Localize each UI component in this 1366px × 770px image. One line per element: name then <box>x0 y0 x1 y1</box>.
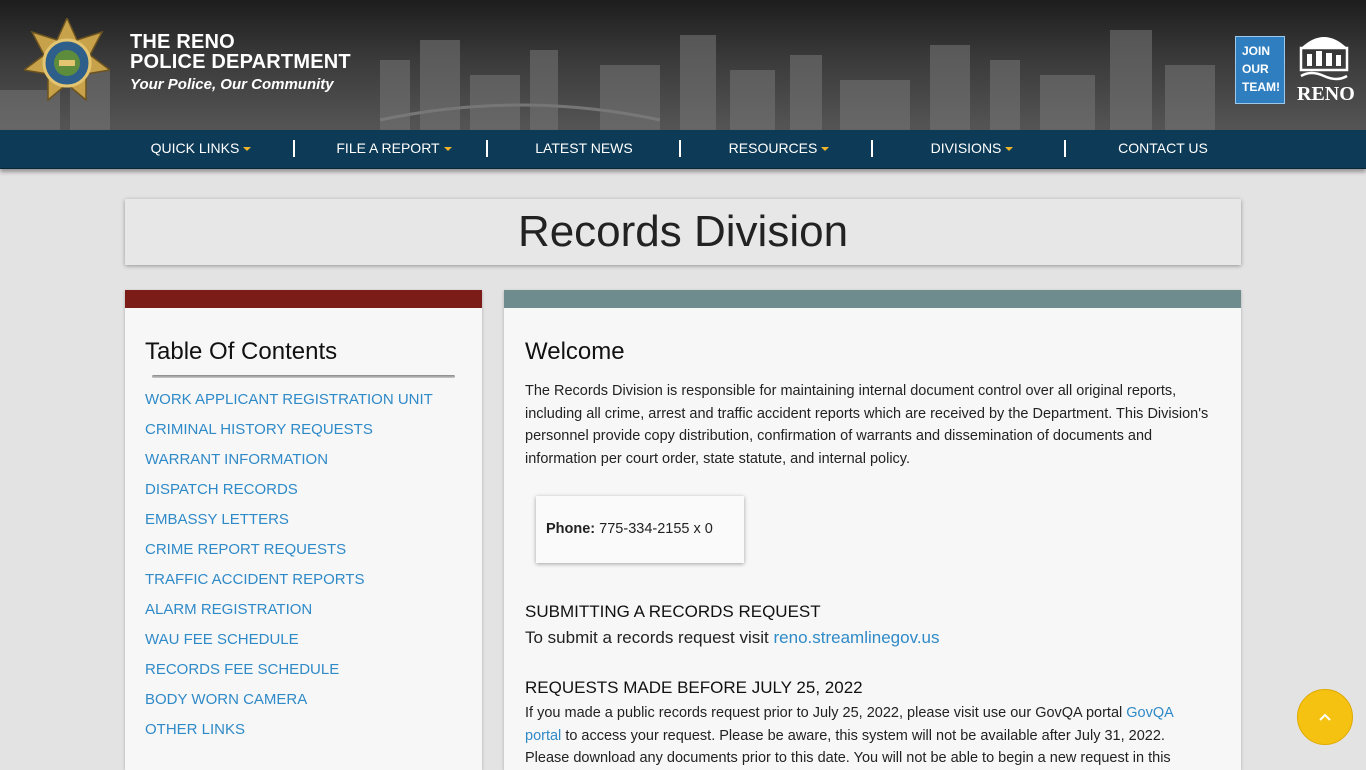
toc-link[interactable]: WAU FEE SCHEDULE <box>145 625 433 655</box>
city-seal-icon <box>1299 37 1349 81</box>
main-header-bar <box>504 290 1241 308</box>
nav-resources[interactable]: RESOURCES <box>722 130 836 168</box>
toc-link[interactable]: WARRANT INFORMATION <box>145 445 433 475</box>
welcome-heading: Welcome <box>525 338 625 365</box>
nav-contact-us[interactable]: CONTACT US <box>1112 130 1214 168</box>
nav-separator <box>679 140 681 157</box>
nav-latest-news-label: LATEST NEWS <box>535 140 633 156</box>
welcome-intro: The Records Division is responsible for … <box>525 383 1209 467</box>
phone-value[interactable]: 775-334-2155 x 0 <box>599 521 713 537</box>
scroll-to-top-button[interactable] <box>1297 689 1353 745</box>
nav-latest-news[interactable]: LATEST NEWS <box>530 130 638 168</box>
toc-header-bar <box>125 290 482 308</box>
nav-separator <box>486 140 488 157</box>
main-navigation: QUICK LINKS FILE A REPORT LATEST NEWS RE… <box>0 130 1366 169</box>
toc-link[interactable]: TRAFFIC ACCIDENT REPORTS <box>145 565 433 595</box>
nav-resources-label: RESOURCES <box>728 140 818 156</box>
nav-separator <box>871 140 873 157</box>
join-label-3: TEAM! <box>1242 80 1280 94</box>
page-title-box: Records Division <box>125 199 1241 265</box>
department-name[interactable]: THE RENO POLICE DEPARTMENT Your Police, … <box>130 32 351 93</box>
dept-title-line1: THE RENO <box>130 31 235 53</box>
streamlinegov-link[interactable]: reno.streamlinegov.us <box>774 628 940 647</box>
nav-divisions[interactable]: DIVISIONS <box>922 130 1022 168</box>
submit-line: To submit a records request visit reno.s… <box>525 628 940 648</box>
before-text-1: If you made a public records request pri… <box>525 705 1123 721</box>
toc-link[interactable]: RECORDS FEE SCHEDULE <box>145 655 433 685</box>
welcome-section: Welcome The Records Division is responsi… <box>525 338 1225 470</box>
join-label-1: JOIN <box>1242 44 1271 58</box>
caret-down-icon <box>443 147 452 152</box>
nav-quick-links[interactable]: QUICK LINKS <box>140 130 262 168</box>
before-heading: REQUESTS MADE BEFORE JULY 25, 2022 <box>525 678 863 697</box>
toc-link[interactable]: BODY WORN CAMERA <box>145 685 433 715</box>
phone-label: Phone: <box>546 521 596 537</box>
city-of-reno-logo[interactable]: RENO <box>1297 26 1355 106</box>
toc-heading: Table Of Contents <box>145 338 338 365</box>
toc-link[interactable]: DISPATCH RECORDS <box>145 475 433 505</box>
submit-heading: SUBMITTING A RECORDS REQUEST <box>525 602 821 621</box>
page-title: Records Division <box>517 207 849 256</box>
toc-link[interactable]: ALARM REGISTRATION <box>145 595 433 625</box>
nav-quick-links-label: QUICK LINKS <box>150 140 240 156</box>
nav-file-a-report[interactable]: FILE A REPORT <box>330 130 458 168</box>
join-our-team-button[interactable]: JOIN OUR TEAM! <box>1235 36 1285 104</box>
city-logo-text: RENO <box>1297 83 1355 105</box>
dept-tagline: Your Police, Our Community <box>130 76 334 93</box>
toc-link[interactable]: OTHER LINKS <box>145 715 433 745</box>
police-badge-logo[interactable] <box>24 18 110 104</box>
dept-title-line2: POLICE DEPARTMENT <box>130 51 351 73</box>
caret-down-icon <box>243 147 252 152</box>
nav-divisions-label: DIVISIONS <box>930 140 1002 156</box>
toc-link[interactable]: CRIME REPORT REQUESTS <box>145 535 433 565</box>
table-of-contents-panel: Table Of Contents WORK APPLICANT REGISTR… <box>125 290 482 770</box>
main-content-panel: Welcome The Records Division is responsi… <box>504 290 1241 770</box>
nav-file-a-report-label: FILE A REPORT <box>336 140 440 156</box>
toc-link[interactable]: EMBASSY LETTERS <box>145 505 433 535</box>
toc-list: WORK APPLICANT REGISTRATION UNIT CRIMINA… <box>145 385 433 745</box>
caret-down-icon <box>821 147 830 152</box>
nav-contact-us-label: CONTACT US <box>1118 140 1208 156</box>
caret-down-icon <box>1005 147 1014 152</box>
join-label-2: OUR <box>1242 62 1269 76</box>
site-header: THE RENO POLICE DEPARTMENT Your Police, … <box>0 0 1366 130</box>
submit-text: To submit a records request visit <box>525 628 769 647</box>
before-text-2: to access your request. Please be aware,… <box>525 727 1171 767</box>
nav-separator <box>293 140 295 157</box>
toc-link[interactable]: WORK APPLICANT REGISTRATION UNIT <box>145 385 433 415</box>
chevron-up-icon <box>1319 713 1331 721</box>
nav-separator <box>1064 140 1066 157</box>
toc-link[interactable]: CRIMINAL HISTORY REQUESTS <box>145 415 433 445</box>
phone-card: Phone: 775-334-2155 x 0 <box>536 496 744 563</box>
toc-divider <box>152 375 455 378</box>
before-paragraph: If you made a public records request pri… <box>525 702 1205 770</box>
